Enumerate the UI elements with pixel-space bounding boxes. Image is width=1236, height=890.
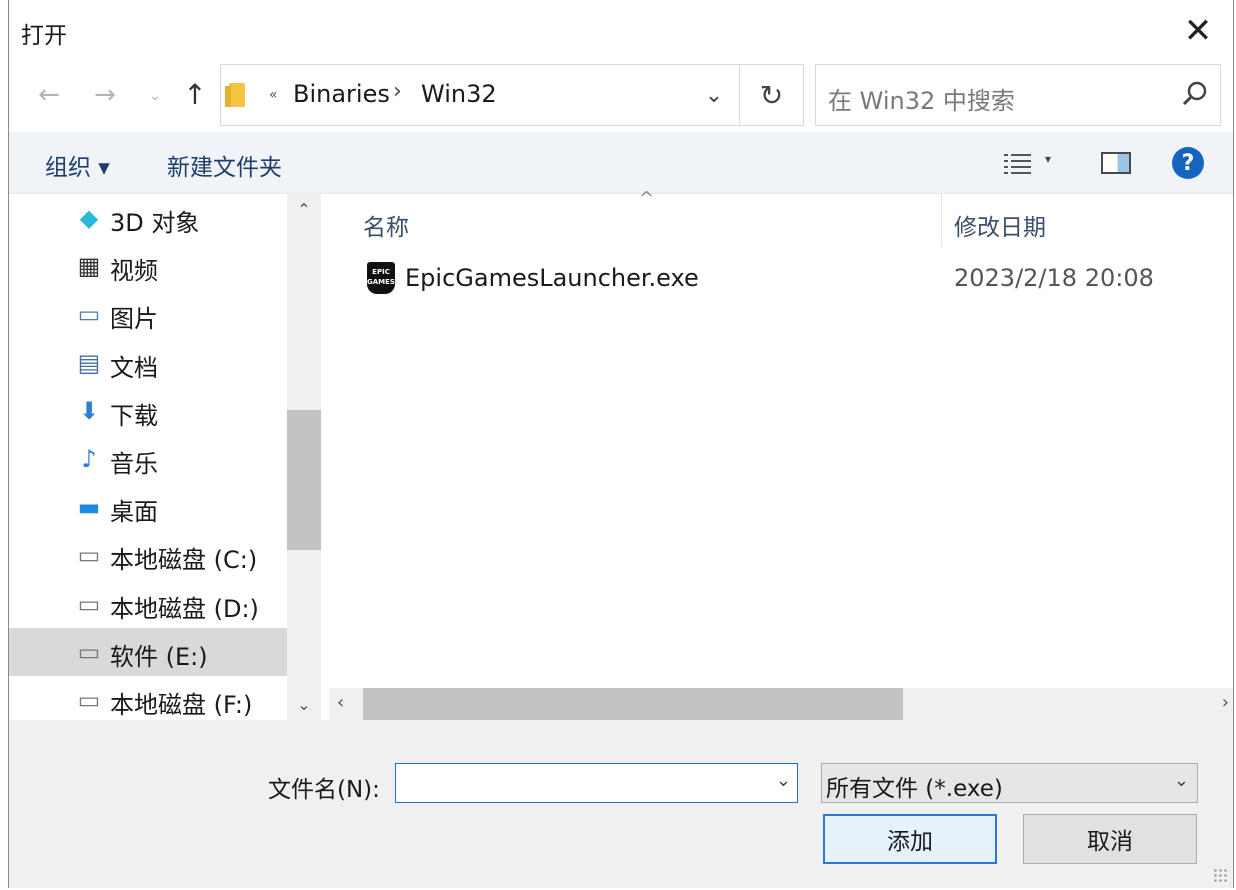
- download-icon: ⬇: [78, 396, 100, 425]
- drive-icon: ▭: [77, 686, 101, 714]
- sidebar-item[interactable]: ▦ 视频: [9, 242, 287, 290]
- preview-pane-icon[interactable]: [1101, 152, 1131, 174]
- music-icon: ♪: [81, 445, 97, 473]
- scrollbar-thumb[interactable]: [287, 410, 321, 550]
- filetype-selected: 所有文件 (*.exe): [826, 776, 1003, 802]
- organize-button[interactable]: 组织 ▾: [45, 148, 110, 182]
- breadcrumb-separator-icon[interactable]: ›: [393, 79, 402, 104]
- dialog-footer: 文件名(N): ⌄ 所有文件 (*.exe) ⌄ 添加 取消: [9, 720, 1233, 888]
- sidebar-item-label: 视频: [110, 257, 158, 286]
- file-row[interactable]: EPIC GAMES EpicGamesLauncher.exe 2023/2/…: [359, 254, 1219, 302]
- breadcrumb-win32[interactable]: Win32: [421, 80, 497, 108]
- open-file-dialog: 打开 ✕ ← → ⌄ ↑ « Binaries › Win32 ⌄ ↻ 在 Wi…: [8, 0, 1234, 888]
- sidebar-item[interactable]: ▤ 文档: [9, 339, 287, 387]
- cube-icon: ◆: [79, 204, 99, 232]
- cancel-button[interactable]: 取消: [1023, 814, 1197, 864]
- sidebar-item[interactable]: ⬇ 下载: [9, 387, 287, 435]
- address-overflow-chevron-icon[interactable]: «: [269, 87, 278, 103]
- scroll-up-icon[interactable]: ⌃: [287, 200, 321, 219]
- drive-icon: ▭: [77, 637, 101, 666]
- back-arrow-icon[interactable]: ←: [31, 80, 67, 110]
- folder-icon: [225, 83, 245, 107]
- epic-games-icon: EPIC GAMES: [367, 262, 395, 294]
- sidebar-item-label: 图片: [110, 305, 158, 334]
- file-name[interactable]: EpicGamesLauncher.exe: [405, 264, 699, 292]
- sidebar-item[interactable]: ▬ 桌面: [9, 483, 287, 531]
- sidebar-item-label: 桌面: [110, 498, 158, 527]
- sidebar-item[interactable]: ◆ 3D 对象: [9, 194, 287, 242]
- column-header-modified[interactable]: 修改日期: [954, 208, 1046, 242]
- view-options-dropdown-icon[interactable]: ▾: [1045, 152, 1051, 166]
- picture-icon: ▭: [77, 300, 101, 329]
- film-icon: ▦: [77, 252, 101, 281]
- dialog-title: 打开: [21, 23, 67, 49]
- system-drive-icon: ▭: [77, 541, 101, 570]
- chevron-down-icon: ⌄: [704, 82, 724, 108]
- scroll-down-icon[interactable]: ⌄: [287, 695, 321, 714]
- close-button[interactable]: ✕: [1163, 0, 1233, 62]
- navigation-scrollbar[interactable]: ⌃ ⌄: [287, 194, 321, 720]
- sort-ascending-icon: ^: [639, 188, 655, 209]
- chevron-down-icon[interactable]: ⌄: [776, 770, 791, 791]
- search-icon[interactable]: [1180, 79, 1210, 109]
- forward-arrow-icon[interactable]: →: [87, 80, 123, 110]
- column-divider[interactable]: [941, 194, 942, 246]
- filename-label: 文件名(N):: [268, 777, 380, 803]
- desktop-icon: ▬: [77, 493, 101, 522]
- view-details-icon[interactable]: [1003, 152, 1033, 176]
- up-folder-arrow-icon[interactable]: ↑: [177, 78, 213, 111]
- sidebar-item-label: 下载: [110, 401, 158, 430]
- file-modified-date: 2023/2/18 20:08: [954, 264, 1154, 292]
- scrollbar-thumb[interactable]: [363, 688, 903, 720]
- refresh-button[interactable]: ↻: [739, 65, 803, 125]
- sidebar-item[interactable]: ▭ 本地磁盘 (C:): [9, 531, 287, 579]
- filename-input[interactable]: ⌄: [395, 763, 798, 803]
- sidebar-item[interactable]: ♪ 音乐: [9, 435, 287, 483]
- recent-locations-chevron-icon[interactable]: ⌄: [137, 88, 173, 104]
- sidebar-item-label: 本地磁盘 (D:): [110, 594, 259, 623]
- breadcrumb-binaries[interactable]: Binaries: [293, 80, 390, 108]
- search-placeholder: 在 Win32 中搜索: [828, 87, 1015, 115]
- title-bar: 打开 ✕: [9, 0, 1233, 62]
- sidebar-item-label: 软件 (E:): [110, 642, 208, 671]
- sidebar-item[interactable]: ▭ 图片: [9, 290, 287, 338]
- new-folder-button[interactable]: 新建文件夹: [167, 148, 282, 182]
- close-icon: ✕: [1183, 11, 1213, 51]
- sidebar-item-label: 本地磁盘 (C:): [110, 546, 258, 575]
- sidebar-item-label: 文档: [110, 353, 158, 382]
- scroll-right-icon[interactable]: ›: [1222, 692, 1229, 713]
- address-bar[interactable]: « Binaries › Win32 ⌄ ↻: [220, 64, 804, 126]
- filetype-select[interactable]: 所有文件 (*.exe) ⌄: [821, 763, 1198, 803]
- navigation-pane: ◆ 3D 对象 ▦ 视频 ▭ 图片 ▤ 文档 ⬇ 下载 ♪ 音乐 ▬ 桌面 ▭ 本地磁盘 (C:) ▭ 本地磁盘 …: [9, 194, 321, 720]
- resize-grip-icon[interactable]: [1213, 868, 1229, 884]
- column-header-name[interactable]: 名称: [363, 208, 409, 242]
- document-icon: ▤: [77, 348, 101, 377]
- search-box[interactable]: 在 Win32 中搜索: [815, 64, 1221, 126]
- command-toolbar: 组织 ▾ 新建文件夹 ▾ ?: [9, 132, 1233, 194]
- navigation-bar: ← → ⌄ ↑ « Binaries › Win32 ⌄ ↻ 在 Win32 中…: [9, 62, 1233, 132]
- sidebar-item-label: 本地磁盘 (F:): [110, 691, 253, 719]
- add-button[interactable]: 添加: [823, 814, 997, 864]
- file-list: ^ 名称 修改日期 EPIC GAMES EpicGamesLauncher.e…: [329, 188, 1233, 720]
- sidebar-item[interactable]: ▭ 本地磁盘 (D:): [9, 580, 287, 628]
- sidebar-item[interactable]: ▭ 软件 (E:): [9, 627, 287, 676]
- sidebar-item-label: 3D 对象: [110, 209, 200, 237]
- scroll-left-icon[interactable]: ‹: [337, 692, 344, 713]
- refresh-icon: ↻: [759, 78, 784, 112]
- sidebar-item-label: 音乐: [110, 450, 158, 478]
- help-icon[interactable]: ?: [1172, 147, 1204, 179]
- sidebar-item[interactable]: ▭ 本地磁盘 (F:): [9, 676, 287, 720]
- drive-icon: ▭: [77, 589, 101, 618]
- file-list-horizontal-scrollbar[interactable]: ‹ ›: [329, 688, 1233, 720]
- chevron-down-icon: ⌄: [1173, 770, 1189, 791]
- address-dropdown-button[interactable]: ⌄: [689, 65, 739, 125]
